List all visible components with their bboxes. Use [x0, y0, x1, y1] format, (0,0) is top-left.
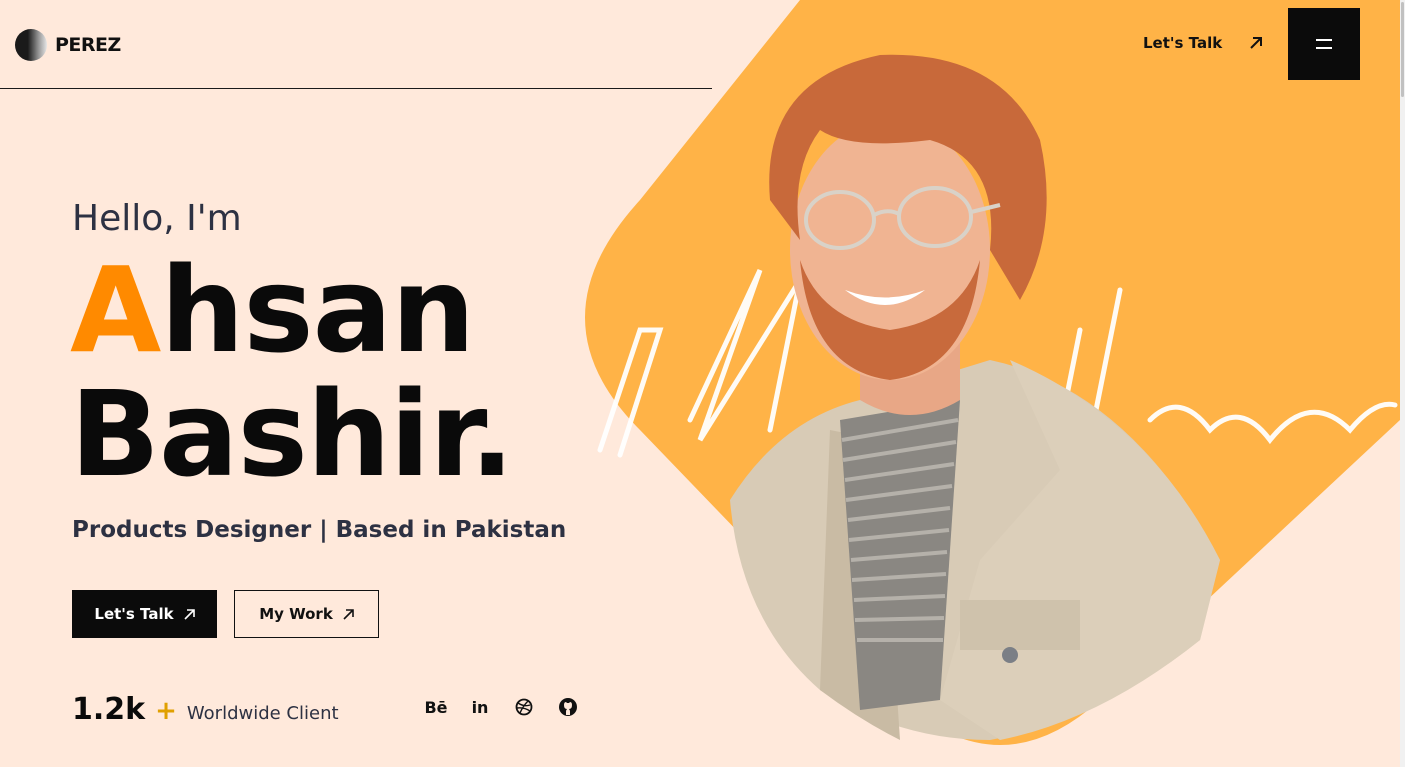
hero-name-first-rest: hsan	[160, 241, 475, 379]
linkedin-label: in	[471, 697, 489, 717]
github-glyph	[559, 698, 577, 716]
hero-greeting: Hello, I'm	[72, 198, 242, 239]
arrow-up-right-icon	[343, 608, 354, 620]
hero-name-accent-letter: A	[70, 241, 161, 379]
behance-label: Bē	[424, 697, 448, 717]
site-logo[interactable]: PEREZ	[15, 29, 121, 61]
github-icon[interactable]	[558, 697, 578, 717]
hero-name-last: Bashir.	[70, 365, 514, 503]
my-work-button-label: My Work	[259, 605, 333, 623]
hero-name: Ahsan Bashir.	[70, 248, 514, 496]
stats-label: Worldwide Client	[186, 703, 339, 724]
scrollbar[interactable]	[1400, 0, 1405, 767]
my-work-button[interactable]: My Work	[234, 590, 379, 638]
logo-text: PEREZ	[55, 34, 121, 56]
header-lets-talk-link[interactable]: Let's Talk	[1143, 34, 1264, 52]
arrow-up-right-icon	[1250, 37, 1263, 49]
dribbble-icon[interactable]	[514, 697, 534, 717]
header-divider	[0, 88, 712, 89]
stats-number: 1.2k	[72, 692, 146, 727]
lets-talk-button[interactable]: Let's Talk	[72, 590, 217, 638]
hamburger-icon	[1316, 39, 1332, 49]
header-lets-talk-label: Let's Talk	[1143, 34, 1223, 52]
scrollbar-thumb[interactable]	[1401, 2, 1404, 97]
dribbble-glyph	[515, 698, 533, 716]
lets-talk-button-label: Let's Talk	[94, 605, 174, 623]
hero-role: Products Designer | Based in Pakistan	[72, 517, 567, 543]
social-links: Bē in	[424, 697, 578, 717]
client-stats: 1.2k + Worldwide Client	[72, 692, 339, 727]
arrow-up-right-icon	[184, 608, 195, 620]
logo-mark-icon	[15, 29, 47, 61]
linkedin-icon[interactable]: in	[470, 697, 490, 717]
behance-icon[interactable]: Bē	[424, 697, 448, 717]
menu-button[interactable]	[1288, 8, 1360, 80]
stats-plus: +	[155, 696, 177, 726]
